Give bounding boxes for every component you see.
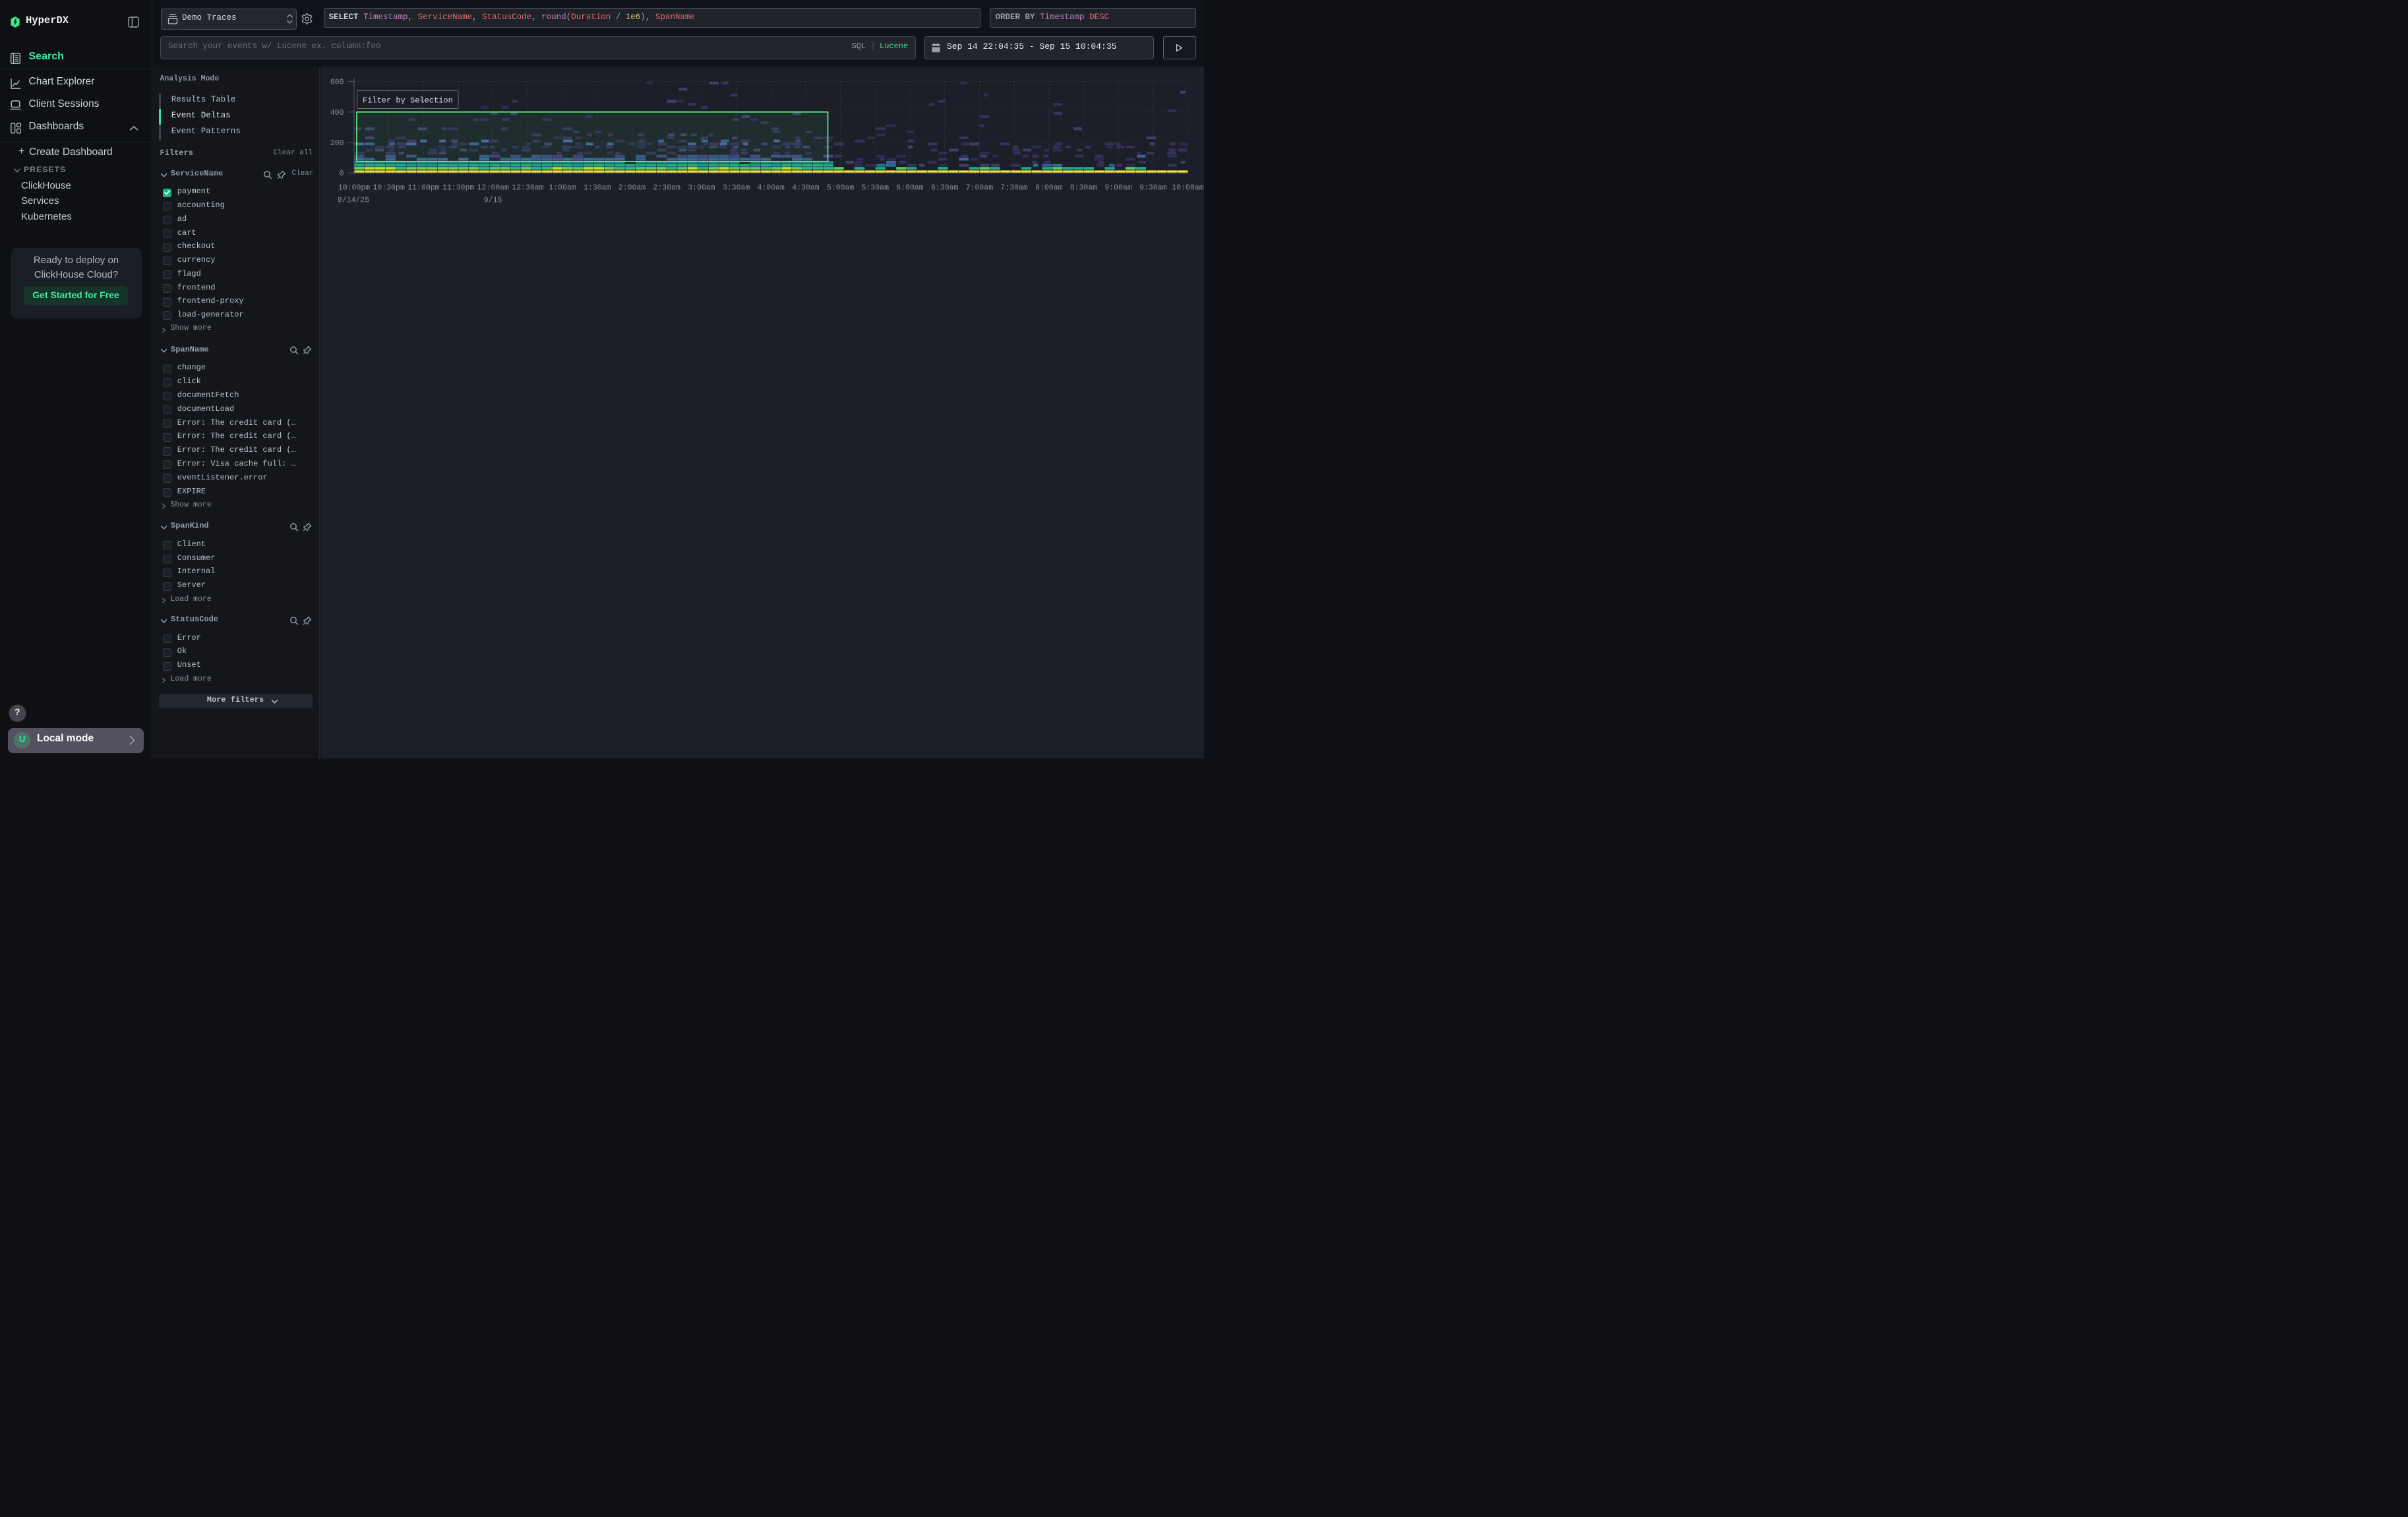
- svg-text:1:00am: 1:00am: [549, 184, 576, 193]
- svg-text:5:00am: 5:00am: [826, 184, 854, 193]
- svg-text:6:00am: 6:00am: [896, 184, 924, 193]
- svg-text:2:30am: 2:30am: [653, 184, 680, 193]
- svg-text:400: 400: [330, 109, 344, 117]
- svg-text:9:00am: 9:00am: [1104, 184, 1132, 193]
- svg-text:9:30am: 9:30am: [1139, 184, 1167, 193]
- svg-text:200: 200: [330, 139, 344, 148]
- svg-text:11:00pm: 11:00pm: [407, 184, 439, 193]
- svg-text:2:00am: 2:00am: [618, 184, 646, 193]
- svg-text:4:30am: 4:30am: [792, 184, 820, 193]
- svg-text:8:30am: 8:30am: [1069, 184, 1097, 193]
- svg-text:6:30am: 6:30am: [930, 184, 958, 193]
- svg-text:12:00am: 12:00am: [477, 184, 508, 193]
- svg-text:9/14/25: 9/14/25: [337, 197, 369, 205]
- svg-text:600: 600: [330, 78, 344, 87]
- svg-text:4:00am: 4:00am: [757, 184, 785, 193]
- svg-text:11:30pm: 11:30pm: [442, 184, 473, 193]
- svg-text:1:30am: 1:30am: [584, 184, 611, 193]
- svg-text:10:00am: 10:00am: [1172, 184, 1203, 193]
- svg-text:12:30am: 12:30am: [512, 184, 543, 193]
- svg-text:8:00am: 8:00am: [1035, 184, 1063, 193]
- svg-text:Filter by Selection: Filter by Selection: [363, 96, 453, 105]
- svg-text:10:00pm: 10:00pm: [338, 184, 369, 193]
- svg-text:5:30am: 5:30am: [861, 184, 889, 193]
- svg-text:0: 0: [339, 170, 344, 178]
- svg-text:10:30pm: 10:30pm: [373, 184, 404, 193]
- svg-text:7:00am: 7:00am: [965, 184, 993, 193]
- svg-text:3:30am: 3:30am: [722, 184, 750, 193]
- svg-text:9/15: 9/15: [483, 197, 502, 205]
- svg-text:7:30am: 7:30am: [1000, 184, 1028, 193]
- svg-text:3:00am: 3:00am: [688, 184, 715, 193]
